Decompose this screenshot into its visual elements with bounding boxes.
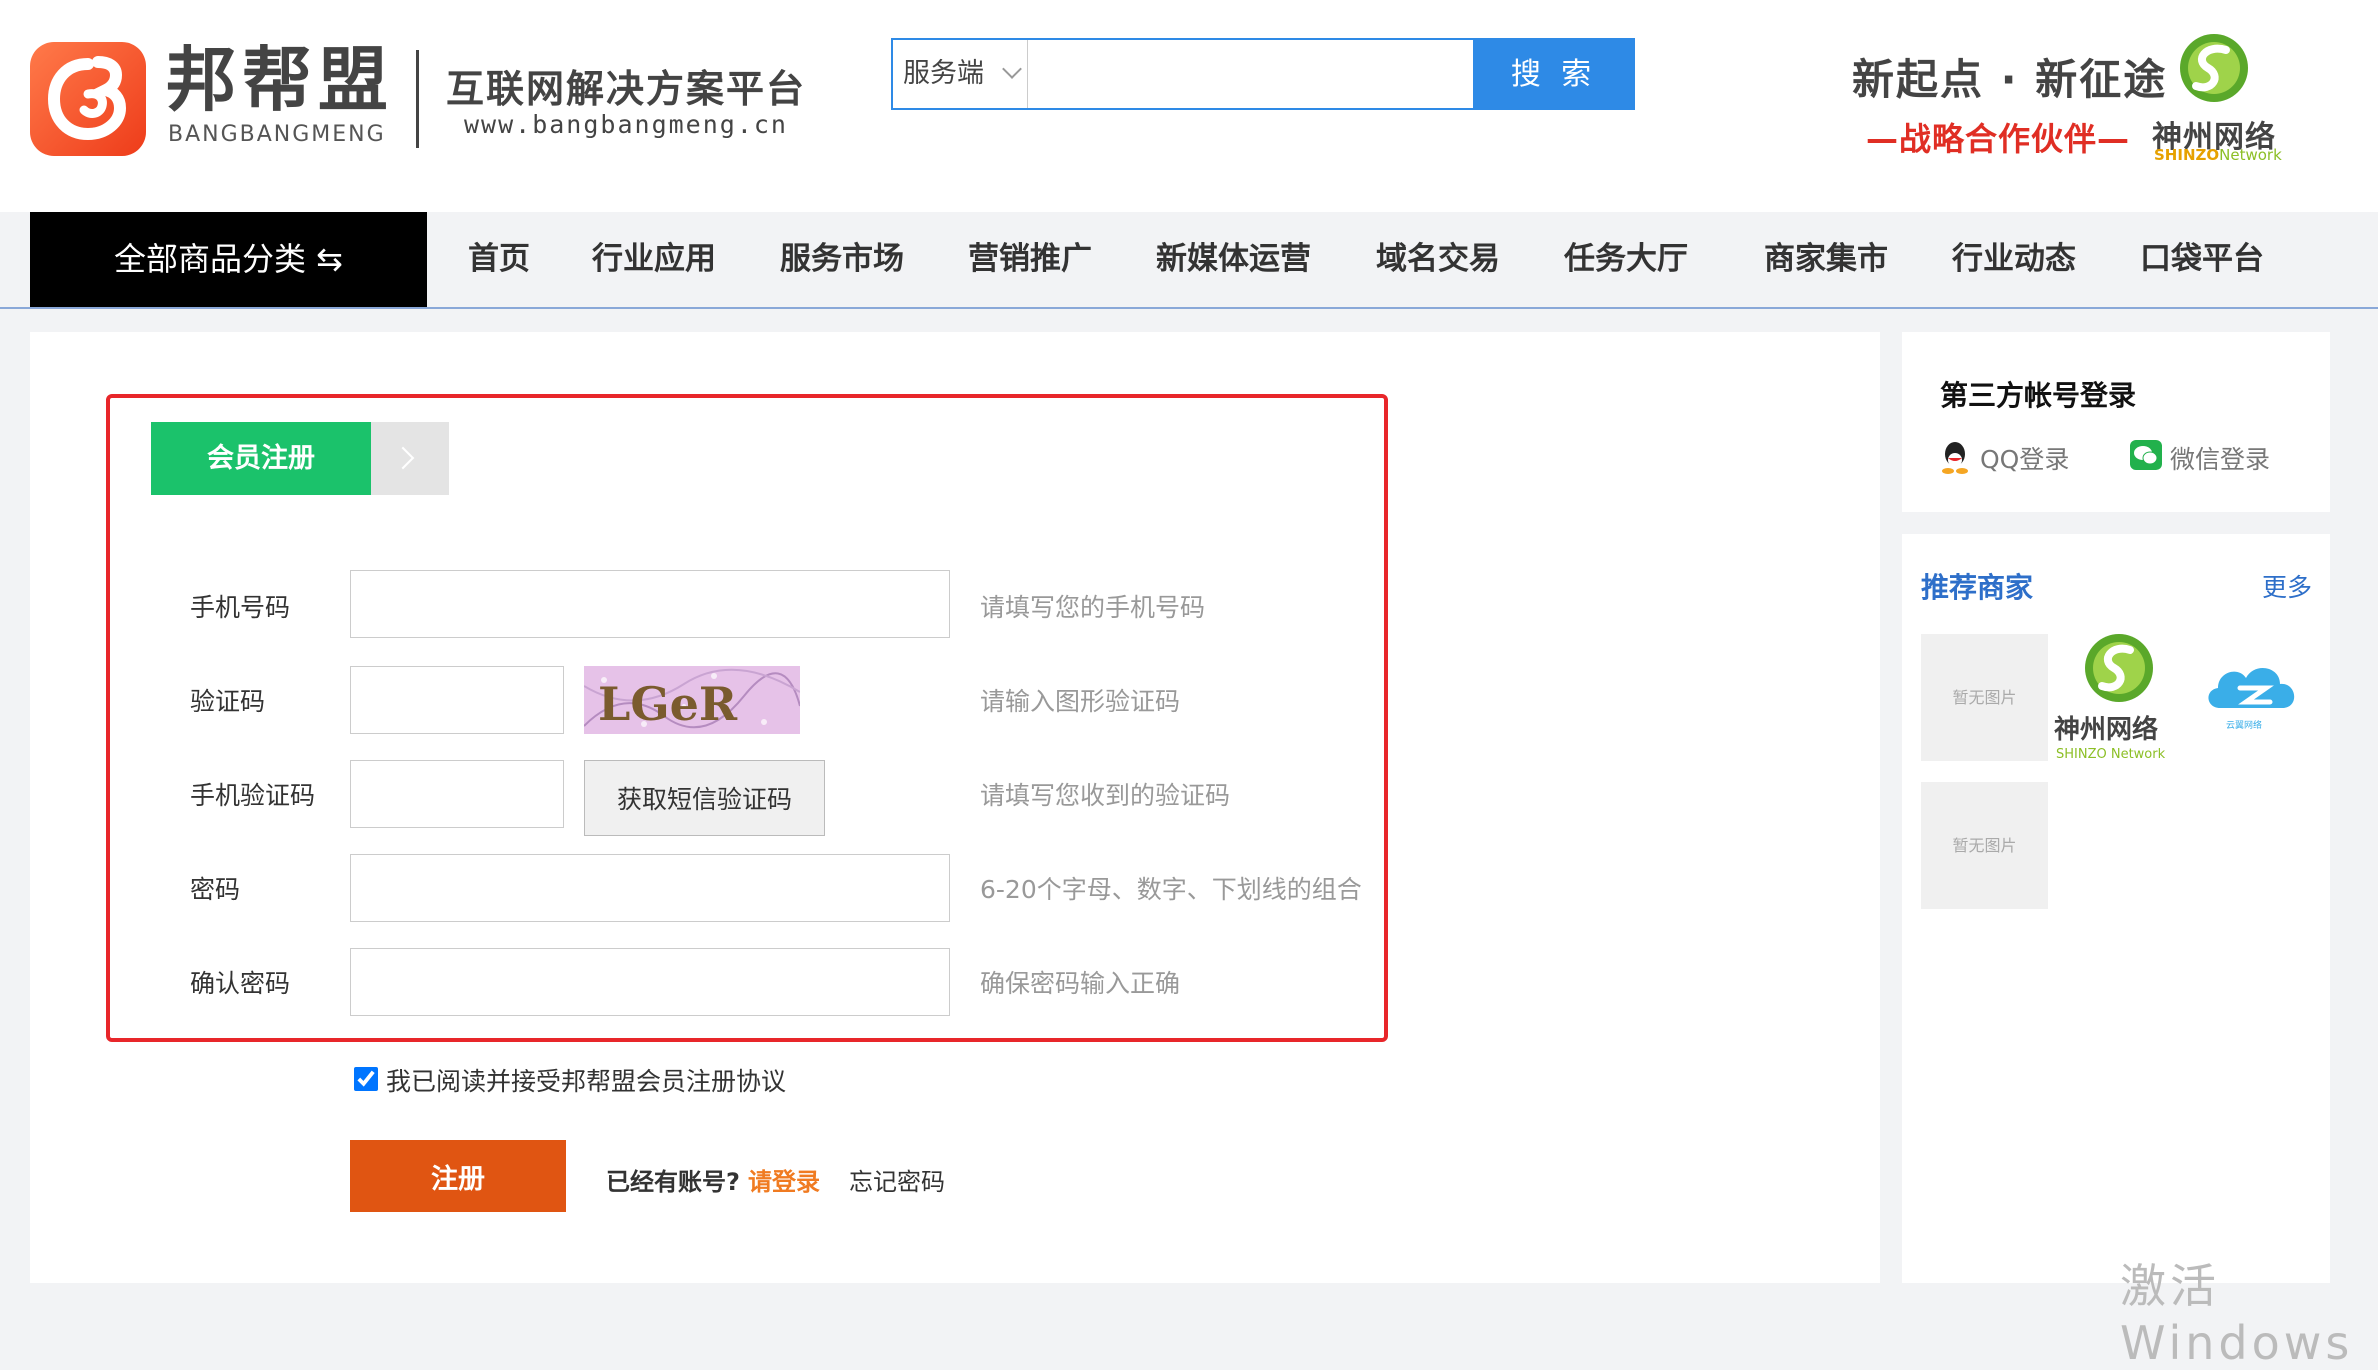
sms-code-label: 手机验证码 xyxy=(190,781,316,810)
partner-name-en: SHINZONetwork xyxy=(2154,146,2282,164)
agree-text[interactable]: 我已阅读并接受邦帮盟会员注册协议 xyxy=(386,1062,786,1098)
svg-text:云翼网络: 云翼网络 xyxy=(2226,719,2262,731)
nav-item-pocket-platform[interactable]: 口袋平台 xyxy=(2140,212,2264,307)
captcha-text: LGeR xyxy=(598,677,738,731)
slogan: 互联网解决方案平台 xyxy=(446,67,807,111)
password-hint: 6-20个字母、数字、下划线的组合 xyxy=(980,875,1362,904)
phone-hint: 请填写您的手机号码 xyxy=(980,593,1206,622)
wechat-login-link[interactable]: 微信登录 xyxy=(2170,440,2270,476)
captcha-label: 验证码 xyxy=(190,687,266,716)
captcha-hint: 请输入图形验证码 xyxy=(980,687,1181,716)
nav-item-industry-news[interactable]: 行业动态 xyxy=(1952,212,2076,307)
qq-login-link[interactable]: QQ登录 xyxy=(1980,440,2069,476)
merchant-placeholder[interactable]: 暂无图片 xyxy=(1921,782,2048,909)
search-button[interactable]: 搜 索 xyxy=(1473,38,1635,110)
svg-text:SHINZO Network: SHINZO Network xyxy=(2056,747,2166,762)
nav-divider xyxy=(0,307,2378,309)
chevron-right-icon xyxy=(391,446,415,470)
forgot-password-link[interactable]: 忘记密码 xyxy=(849,1162,945,1197)
partner-subtitle: —战略合作伙伴— xyxy=(1866,120,2131,158)
svg-text:神州网络: 神州网络 xyxy=(2054,714,2158,745)
agree-checkbox[interactable] xyxy=(354,1067,378,1091)
sms-code-hint: 请填写您收到的验证码 xyxy=(980,781,1231,810)
get-sms-code-button[interactable]: 获取短信验证码 xyxy=(584,760,825,836)
captcha-input[interactable] xyxy=(350,666,564,734)
chevron-down-icon xyxy=(1002,59,1022,79)
shinzo-logo-icon xyxy=(2180,34,2248,102)
register-button[interactable]: 注册 xyxy=(350,1140,566,1212)
search-category-select[interactable]: 服务端 xyxy=(893,40,1028,108)
login-link[interactable]: 请登录 xyxy=(748,1162,820,1197)
site-url: www.bangbangmeng.cn xyxy=(464,110,788,139)
partner-title: 新起点 · 新征途 xyxy=(1852,55,2168,104)
tab-member-register[interactable]: 会员注册 xyxy=(151,422,371,495)
third-party-login-box xyxy=(1902,332,2330,512)
logo-divider xyxy=(416,50,419,148)
confirm-password-label: 确认密码 xyxy=(190,969,291,998)
has-account-text: 已经有账号? xyxy=(606,1168,740,1196)
phone-label: 手机号码 xyxy=(190,593,291,622)
captcha-image[interactable]: LGeR xyxy=(584,666,800,734)
search-category-value: 服务端 xyxy=(903,58,984,89)
nav-item-domain-trade[interactable]: 域名交易 xyxy=(1376,212,1500,307)
activation-watermark: 激活 Windows xyxy=(2120,1259,2354,1370)
site-header: 邦帮盟 BANGBANGMENG 互联网解决方案平台 www.bangbangm… xyxy=(0,0,2378,212)
confirm-password-input[interactable] xyxy=(350,948,950,1016)
logo-en: BANGBANGMENG xyxy=(168,122,386,147)
sms-code-input[interactable] xyxy=(350,760,564,828)
third-party-title: 第三方帐号登录 xyxy=(1940,379,2137,412)
logo-icon[interactable] xyxy=(30,42,146,156)
nav-item-task-hall[interactable]: 任务大厅 xyxy=(1564,212,1688,307)
qq-icon xyxy=(1942,442,1968,474)
nav-item-merchant-market[interactable]: 商家集市 xyxy=(1764,212,1888,307)
merchant-cloud[interactable]: 云翼网络 xyxy=(2200,652,2306,736)
recommend-more-link[interactable]: 更多 xyxy=(2262,568,2312,604)
search-input[interactable] xyxy=(1029,40,1365,108)
all-categories-button[interactable]: 全部商品分类 ⇆ xyxy=(30,212,427,307)
password-label: 密码 xyxy=(190,875,241,904)
password-input[interactable] xyxy=(350,854,950,922)
phone-input[interactable] xyxy=(350,570,950,638)
nav-item-new-media[interactable]: 新媒体运营 xyxy=(1156,212,1311,307)
nav-item-industry-apps[interactable]: 行业应用 xyxy=(592,212,716,307)
tab-next-button[interactable] xyxy=(371,422,449,495)
nav-item-home[interactable]: 首页 xyxy=(468,212,530,307)
nav-item-service-market[interactable]: 服务市场 xyxy=(780,212,904,307)
merchant-placeholder[interactable]: 暂无图片 xyxy=(1921,634,2048,761)
nav-item-marketing[interactable]: 营销推广 xyxy=(968,212,1092,307)
confirm-password-hint: 确保密码输入正确 xyxy=(980,969,1181,998)
merchant-shinzo[interactable]: 神州网络 SHINZO Network xyxy=(2050,632,2188,762)
wechat-icon xyxy=(2130,440,2162,470)
recommend-title: 推荐商家 xyxy=(1921,571,2034,604)
logo-text[interactable]: 邦帮盟 xyxy=(166,40,394,120)
